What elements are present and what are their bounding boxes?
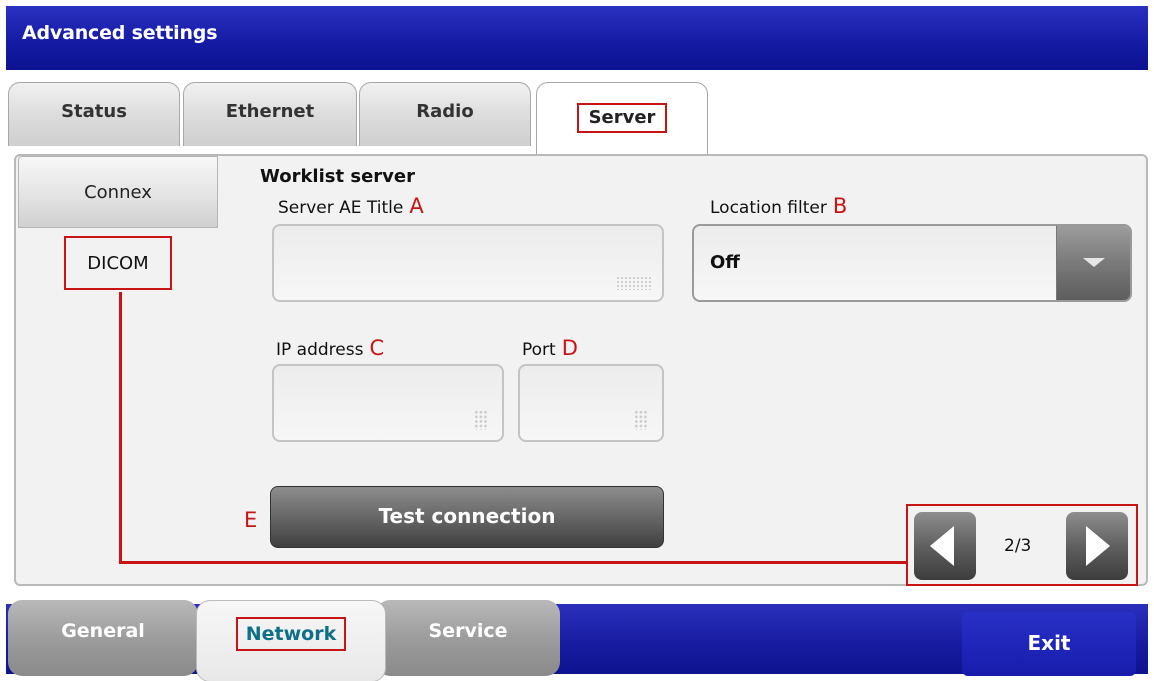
tab-general-label: General — [61, 620, 145, 642]
marker-c: C — [369, 336, 385, 360]
keypad-icon — [474, 410, 488, 430]
tab-network-label: Network — [235, 617, 347, 651]
server-ae-title-label-text: Server AE Title — [278, 198, 404, 218]
location-filter-value: Off — [710, 252, 740, 273]
annotation-connector-vertical — [119, 292, 122, 564]
prev-arrow-icon — [930, 526, 954, 566]
exit-button[interactable]: Exit — [962, 612, 1136, 676]
tab-status-label: Status — [61, 101, 127, 122]
tab-service[interactable]: Service — [376, 600, 560, 676]
annotation-connector-horizontal — [119, 561, 907, 564]
tab-ethernet[interactable]: Ethernet — [183, 82, 357, 146]
tab-network[interactable]: Network — [196, 600, 386, 681]
marker-d: D — [561, 336, 578, 360]
sidetab-dicom-label: DICOM — [64, 236, 172, 290]
dropdown-arrow-icon — [1083, 258, 1105, 267]
port-label: Port D — [522, 336, 578, 360]
tab-ethernet-label: Ethernet — [225, 101, 315, 122]
marker-b: B — [832, 194, 848, 218]
sidetab-connex[interactable]: Connex — [18, 156, 218, 228]
sidetab-connex-label: Connex — [84, 182, 152, 203]
tab-service-label: Service — [428, 620, 508, 642]
server-ae-title-input[interactable] — [272, 224, 664, 302]
section-title: Worklist server — [260, 166, 415, 187]
test-connection-button[interactable]: Test connection — [270, 486, 664, 548]
tab-radio-label: Radio — [416, 101, 474, 122]
window-title: Advanced settings — [22, 22, 218, 44]
pager: 2/3 — [906, 504, 1138, 586]
tab-status[interactable]: Status — [8, 82, 180, 146]
next-page-button[interactable] — [1066, 512, 1128, 580]
keypad-icon — [634, 410, 648, 430]
tab-server[interactable]: Server — [536, 82, 708, 154]
marker-a: A — [409, 194, 424, 218]
ip-address-label-text: IP address — [276, 340, 364, 360]
location-filter-select[interactable]: Off — [692, 224, 1132, 302]
ip-address-input[interactable] — [272, 364, 504, 442]
location-filter-label: Location filter B — [710, 194, 847, 218]
port-label-text: Port — [522, 340, 556, 360]
server-ae-title-label: Server AE Title A — [278, 194, 424, 218]
keyboard-icon — [616, 276, 652, 290]
location-filter-label-text: Location filter — [710, 198, 827, 218]
settings-panel: Connex DICOM Worklist server Server AE T… — [14, 154, 1148, 586]
marker-e: E — [244, 508, 258, 532]
tab-radio[interactable]: Radio — [359, 82, 531, 146]
page-indicator: 2/3 — [1004, 536, 1032, 556]
dropdown-button[interactable] — [1056, 226, 1130, 300]
ip-address-label: IP address C — [276, 336, 384, 360]
sidetab-dicom[interactable]: DICOM — [18, 236, 218, 308]
tab-server-label: Server — [576, 103, 668, 133]
port-input[interactable] — [518, 364, 664, 442]
next-arrow-icon — [1086, 526, 1110, 566]
prev-page-button[interactable] — [914, 512, 976, 580]
tab-general[interactable]: General — [8, 600, 198, 676]
title-bar: Advanced settings — [6, 6, 1148, 70]
